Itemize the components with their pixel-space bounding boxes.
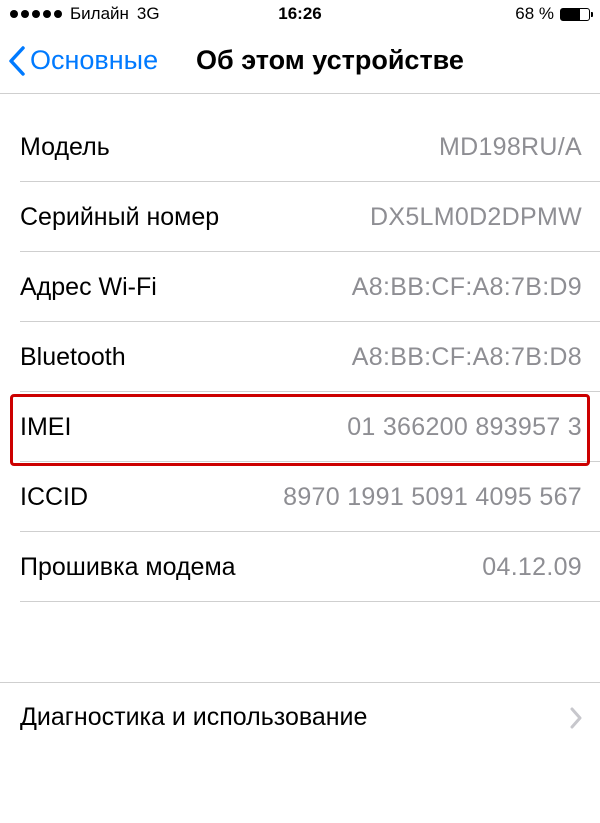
- row-diagnostics[interactable]: Диагностика и использование: [0, 682, 600, 752]
- status-left: Билайн 3G: [10, 4, 160, 24]
- status-bar: Билайн 3G 16:26 68 %: [0, 0, 600, 28]
- chevron-right-icon: [570, 707, 582, 729]
- spacer: [0, 602, 600, 682]
- chevron-left-icon: [8, 46, 26, 76]
- row-value: A8:BB:CF:A8:7B:D9: [352, 273, 582, 302]
- row-value: 04.12.09: [482, 553, 582, 582]
- row-imei[interactable]: IMEI 01 366200 893957 3: [0, 392, 600, 462]
- settings-list: Модель MD198RU/A Серийный номер DX5LM0D2…: [0, 94, 600, 752]
- row-value: DX5LM0D2DPMW: [370, 203, 582, 232]
- carrier-label: Билайн: [70, 4, 129, 24]
- row-iccid[interactable]: ICCID 8970 1991 5091 4095 567: [0, 462, 600, 532]
- row-label: ICCID: [20, 483, 88, 512]
- row-label: Серийный номер: [20, 203, 219, 232]
- battery-percent: 68 %: [515, 4, 554, 24]
- row-modem-firmware[interactable]: Прошивка модема 04.12.09: [0, 532, 600, 602]
- row-label: Bluetooth: [20, 343, 126, 372]
- navigation-bar: Основные Об этом устройстве: [0, 28, 600, 94]
- clock: 16:26: [278, 4, 321, 24]
- row-serial-number[interactable]: Серийный номер DX5LM0D2DPMW: [0, 182, 600, 252]
- row-bluetooth[interactable]: Bluetooth A8:BB:CF:A8:7B:D8: [0, 322, 600, 392]
- back-button[interactable]: Основные: [0, 45, 158, 76]
- page-title: Об этом устройстве: [196, 45, 464, 76]
- row-label: Модель: [20, 133, 110, 162]
- back-label: Основные: [30, 45, 158, 76]
- row-value: MD198RU/A: [439, 133, 582, 162]
- row-value: A8:BB:CF:A8:7B:D8: [352, 343, 582, 372]
- network-type: 3G: [137, 4, 160, 24]
- row-wifi-address[interactable]: Адрес Wi-Fi A8:BB:CF:A8:7B:D9: [0, 252, 600, 322]
- status-right: 68 %: [515, 4, 590, 24]
- row-label: Прошивка модема: [20, 553, 236, 582]
- signal-strength-icon: [10, 10, 62, 18]
- row-label: IMEI: [20, 413, 71, 442]
- row-label: Диагностика и использование: [20, 703, 367, 732]
- row-value: 8970 1991 5091 4095 567: [283, 483, 582, 512]
- row-value: 01 366200 893957 3: [347, 413, 582, 442]
- battery-icon: [560, 8, 590, 21]
- row-label: Адрес Wi-Fi: [20, 273, 157, 302]
- row-model[interactable]: Модель MD198RU/A: [0, 112, 600, 182]
